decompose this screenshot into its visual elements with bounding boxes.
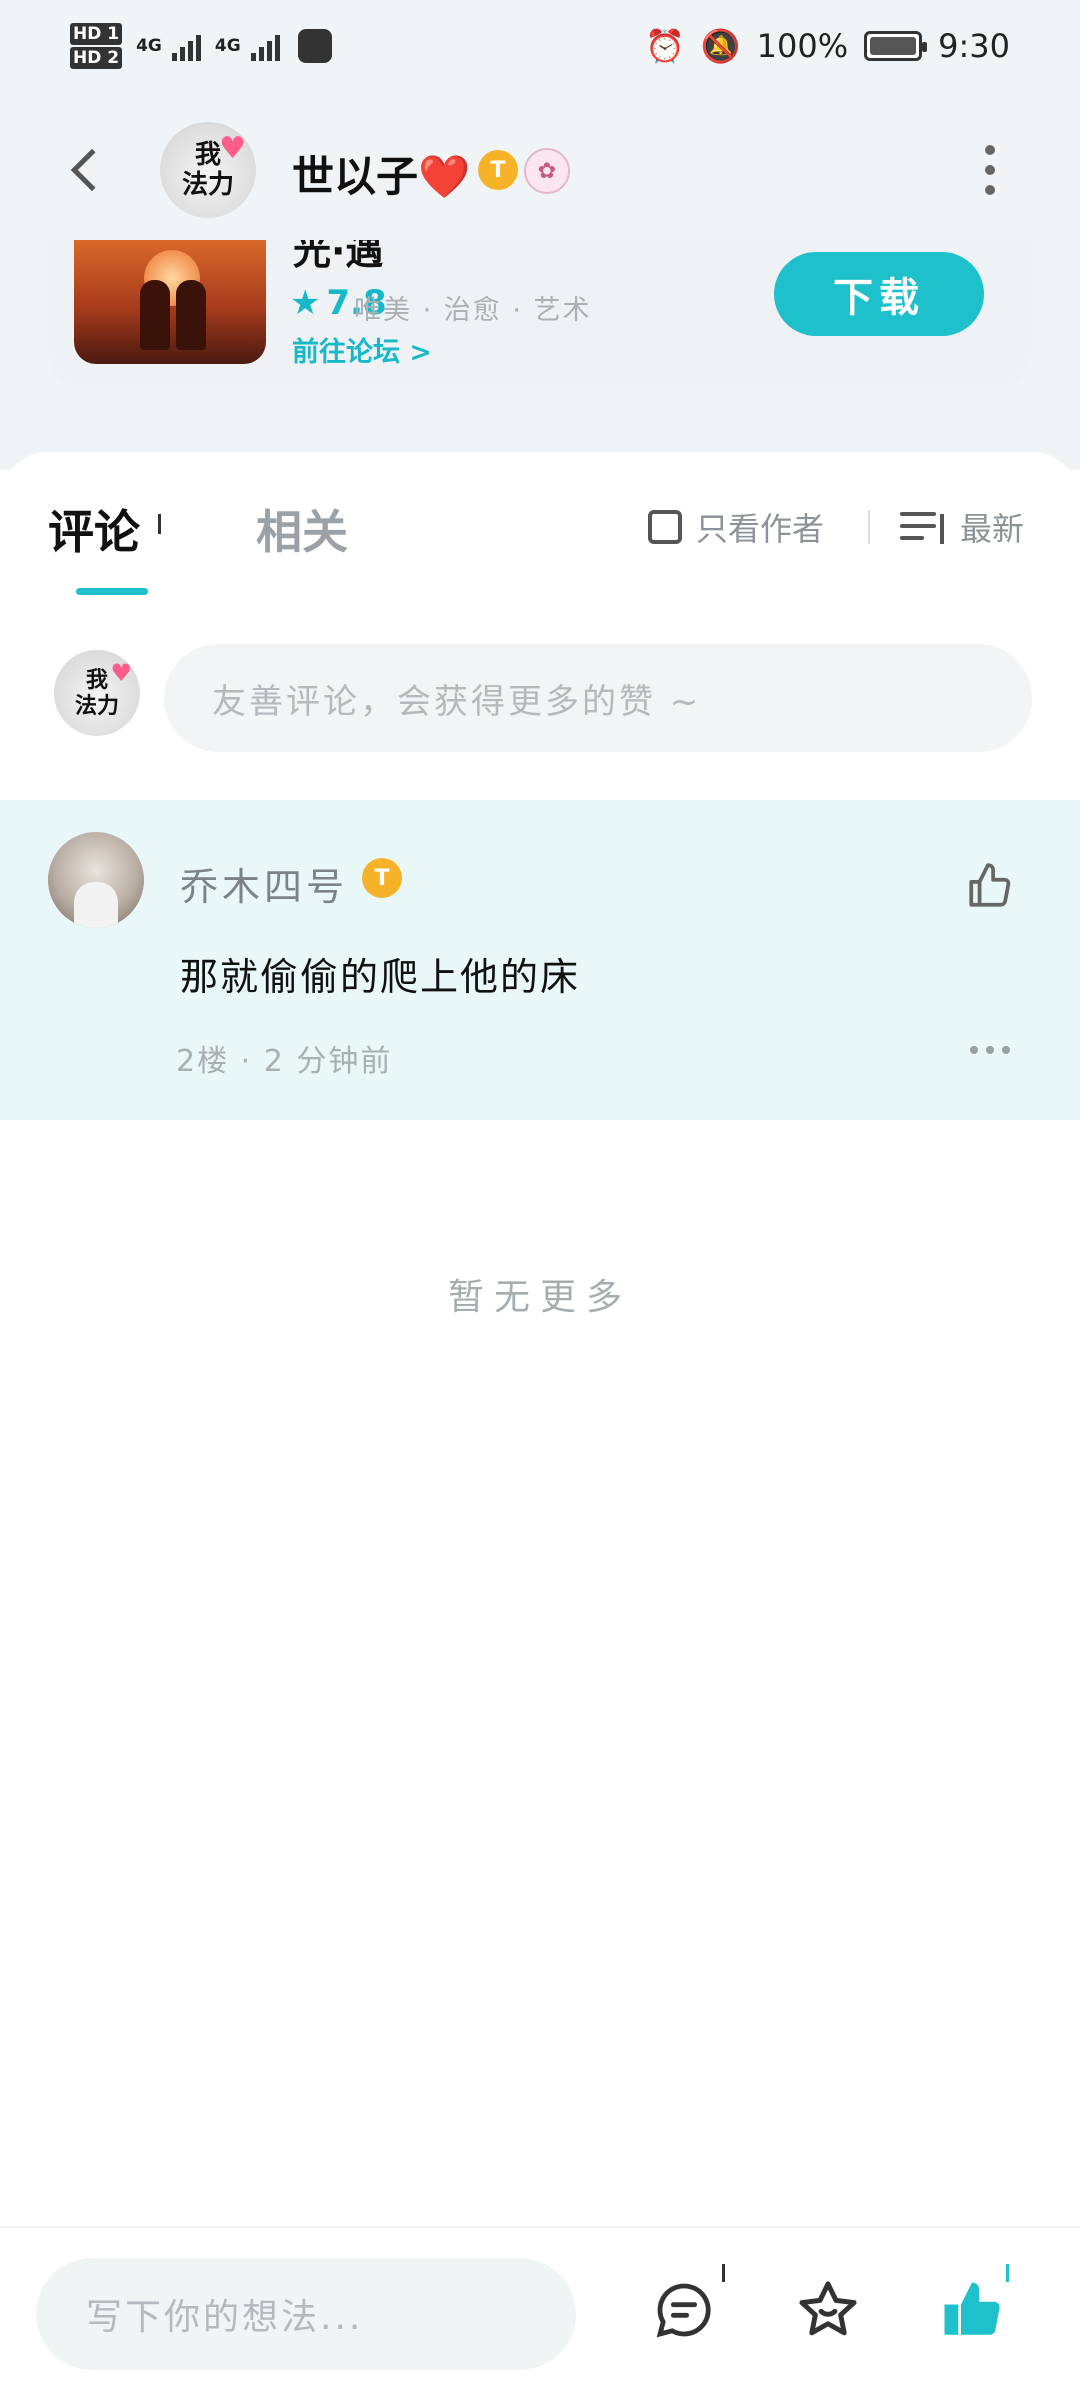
comment-button[interactable] bbox=[646, 2272, 722, 2348]
comment-more-button[interactable] bbox=[970, 1046, 1010, 1054]
comment-text: 那就偷偷的爬上他的床 bbox=[180, 955, 581, 999]
status-left: HD 1 HD 2 4G 4G bbox=[70, 22, 332, 70]
battery-icon bbox=[864, 31, 928, 61]
comment-meta: 2楼 · 2 分钟前 bbox=[176, 1044, 393, 1079]
comment-count-marker bbox=[158, 514, 161, 534]
more-options-button[interactable] bbox=[975, 145, 1005, 195]
game-name: 光·遇 bbox=[293, 240, 384, 273]
bottom-bar: 写下你的想法... bbox=[0, 2226, 1080, 2400]
divider bbox=[868, 510, 870, 544]
my-avatar: 我 法力 ♥ bbox=[54, 650, 140, 736]
game-tags: 唯美 · 治愈 · 艺术 bbox=[354, 295, 592, 326]
level-badge-icon: T bbox=[362, 858, 402, 898]
comment-bubble-icon bbox=[656, 2283, 711, 2338]
like-post-button[interactable] bbox=[934, 2272, 1010, 2348]
hd2-label: HD 2 bbox=[70, 47, 123, 69]
dot-icon bbox=[985, 185, 995, 195]
comment-item: 乔木四号 T 那就偷偷的爬上他的床 2楼 · 2 分钟前 bbox=[0, 800, 1080, 1120]
back-button[interactable] bbox=[55, 140, 115, 200]
hd-indicator: HD 1 HD 2 bbox=[70, 22, 123, 70]
alarm-icon: ⏰ bbox=[644, 27, 685, 65]
status-right: ⏰ 🔕 100% 9:30 bbox=[645, 27, 1010, 65]
author-name[interactable]: 世以子❤️ bbox=[292, 143, 470, 204]
sort-icon bbox=[900, 510, 944, 544]
tab-related[interactable]: 相关 bbox=[256, 496, 348, 562]
author-only-label: 只看作者 bbox=[696, 510, 825, 548]
tab-indicator bbox=[76, 588, 148, 595]
favorite-button[interactable] bbox=[790, 2272, 866, 2348]
signal-icon bbox=[171, 31, 201, 61]
hd1-label: HD 1 bbox=[70, 23, 123, 45]
comments-sheet: 评论 相关 只看作者 最新 我 法力 ♥ 友善评论，会获得更多的赞 ~ 乔木四号… bbox=[0, 452, 1080, 2232]
download-button[interactable]: 下载 bbox=[774, 252, 984, 336]
comment-count-marker bbox=[722, 2264, 725, 2282]
commenter-name[interactable]: 乔木四号 bbox=[180, 856, 348, 911]
clock: 9:30 bbox=[938, 27, 1010, 65]
commenter-avatar[interactable] bbox=[48, 832, 144, 928]
network-label-2: 4G bbox=[214, 36, 241, 56]
author-avatar[interactable]: 我 法力 ♥ bbox=[160, 122, 256, 218]
signal-icon-2 bbox=[250, 31, 280, 61]
chevron-left-icon bbox=[70, 148, 114, 192]
game-card[interactable]: 光·遇 ★ 7.8 唯美 · 治愈 · 艺术 前往论坛 > 下载 bbox=[48, 240, 1032, 390]
sort-label: 最新 bbox=[960, 510, 1025, 548]
thumbs-up-icon bbox=[969, 863, 1011, 907]
app-notification-icon bbox=[297, 29, 332, 63]
sort-button[interactable]: 最新 bbox=[900, 504, 1024, 550]
level-badge-icon: T bbox=[478, 150, 518, 190]
forum-link[interactable]: 前往论坛 > bbox=[292, 330, 432, 369]
dot-icon bbox=[970, 1046, 978, 1054]
author-only-toggle[interactable]: 只看作者 bbox=[648, 504, 824, 550]
like-button[interactable] bbox=[960, 856, 1020, 916]
heart-icon: ♥ bbox=[219, 131, 246, 166]
tab-comments[interactable]: 评论 bbox=[48, 496, 140, 562]
mute-bell-icon: 🔕 bbox=[700, 27, 741, 65]
dot-icon bbox=[986, 1046, 994, 1054]
thumbs-up-filled-icon bbox=[944, 2282, 1000, 2335]
game-thumbnail[interactable] bbox=[74, 240, 266, 364]
no-more-label: 暂无更多 bbox=[447, 1277, 632, 1318]
heart-icon: ♥ bbox=[110, 658, 132, 687]
post-header: 我 法力 ♥ 世以子❤️ T ✿ bbox=[0, 110, 1080, 230]
star-face-icon bbox=[799, 2281, 857, 2336]
write-input[interactable]: 写下你的想法... bbox=[36, 2258, 576, 2370]
status-bar: HD 1 HD 2 4G 4G ⏰ 🔕 100% 9:30 bbox=[0, 0, 1080, 92]
checkbox-icon[interactable] bbox=[648, 510, 682, 544]
dot-icon bbox=[1002, 1046, 1010, 1054]
battery-percent: 100% bbox=[756, 27, 849, 65]
star-icon: ★ bbox=[290, 283, 321, 323]
dot-icon bbox=[985, 145, 995, 155]
anime-sticker-icon: ✿ bbox=[524, 148, 570, 194]
like-count-marker bbox=[1006, 2264, 1009, 2282]
network-label-1: 4G bbox=[136, 36, 162, 56]
dot-icon bbox=[985, 165, 995, 175]
comment-input[interactable]: 友善评论，会获得更多的赞 ~ bbox=[164, 644, 1032, 752]
